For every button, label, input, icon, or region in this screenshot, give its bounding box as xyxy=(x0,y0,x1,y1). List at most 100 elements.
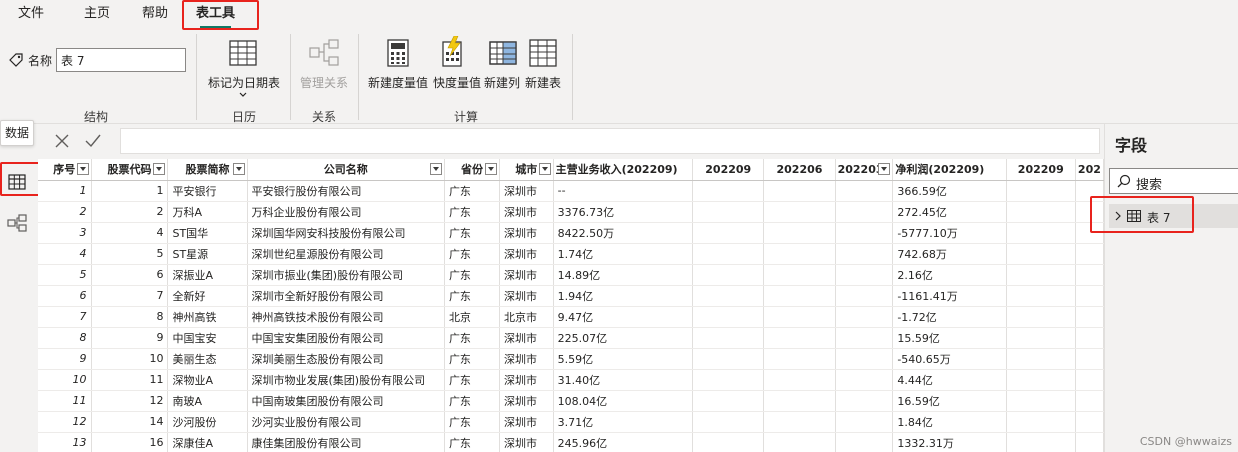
table-cell[interactable] xyxy=(692,390,765,412)
table-cell[interactable]: -1161.41万 xyxy=(892,285,1007,307)
table-cell[interactable]: 广东 xyxy=(444,327,501,349)
table-cell[interactable] xyxy=(835,306,894,328)
table-cell[interactable] xyxy=(692,369,765,391)
table-cell[interactable]: 4.44亿 xyxy=(892,369,1007,391)
table-cell[interactable]: -5777.10万 xyxy=(892,222,1007,244)
table-cell[interactable]: 12 xyxy=(91,390,169,412)
table-cell[interactable] xyxy=(1075,348,1104,370)
table-cell[interactable]: 深圳市全新好股份有限公司 xyxy=(247,285,445,307)
table-cell[interactable] xyxy=(692,180,765,202)
table-cell[interactable] xyxy=(692,243,765,265)
table-cell[interactable]: 平安银行 xyxy=(167,180,248,202)
table-cell[interactable]: -540.65万 xyxy=(892,348,1007,370)
table-cell[interactable]: 广东 xyxy=(444,348,501,370)
table-cell[interactable] xyxy=(692,201,765,223)
column-header-revenue-202209[interactable]: 202209 xyxy=(692,159,765,181)
table-cell[interactable]: 1 xyxy=(91,180,169,202)
table-cell[interactable]: 中国宝安集团股份有限公司 xyxy=(247,327,445,349)
new-measure-button[interactable]: 新建度量值 xyxy=(368,74,428,91)
table-cell[interactable]: 深圳市 xyxy=(499,222,554,244)
table-cell[interactable] xyxy=(692,306,765,328)
table-cell[interactable]: 深圳市物业发展(集团)股份有限公司 xyxy=(247,369,445,391)
table-cell[interactable] xyxy=(1075,264,1104,286)
table-cell[interactable]: 6 xyxy=(91,264,169,286)
column-header-revenue-202206[interactable]: 202206 xyxy=(763,159,836,181)
new-column-icon[interactable] xyxy=(488,40,518,66)
table-cell[interactable] xyxy=(763,180,836,202)
table-cell[interactable]: 深圳市 xyxy=(499,201,554,223)
table-cell[interactable]: 深圳市 xyxy=(499,285,554,307)
calculator-icon[interactable] xyxy=(386,38,410,68)
table-cell[interactable]: 15.59亿 xyxy=(892,327,1007,349)
column-header-revenue[interactable]: 主营业务收入(202209) xyxy=(553,159,694,181)
table-cell[interactable]: 9 xyxy=(91,327,169,349)
table-cell[interactable] xyxy=(1006,390,1076,412)
table-cell[interactable]: 全新好 xyxy=(167,285,248,307)
table-cell[interactable] xyxy=(1006,306,1076,328)
table-cell[interactable]: 1.94亿 xyxy=(553,285,694,307)
table-cell[interactable] xyxy=(1006,327,1076,349)
quick-measure-icon[interactable] xyxy=(440,36,466,68)
column-header-profit-202209[interactable]: 202209 xyxy=(1006,159,1076,181)
table-cell[interactable] xyxy=(835,180,894,202)
table-cell[interactable] xyxy=(763,432,836,452)
table-cell[interactable]: 万科A xyxy=(167,201,248,223)
table-cell[interactable] xyxy=(763,222,836,244)
table-cell[interactable]: 中国南玻集团股份有限公司 xyxy=(247,390,445,412)
table-cell[interactable] xyxy=(1075,432,1104,452)
table-cell[interactable] xyxy=(835,432,894,452)
table-cell[interactable]: 1 xyxy=(38,180,92,202)
table-cell[interactable]: 万科企业股份有限公司 xyxy=(247,201,445,223)
table-cell[interactable]: 广东 xyxy=(444,369,501,391)
table-cell[interactable]: 康佳集团股份有限公司 xyxy=(247,432,445,452)
tab-file[interactable]: 文件 xyxy=(18,4,44,26)
table-cell[interactable]: 10 xyxy=(91,348,169,370)
table-cell[interactable]: 4 xyxy=(91,222,169,244)
table-cell[interactable]: 245.96亿 xyxy=(553,432,694,452)
table-cell[interactable]: 4 xyxy=(38,243,92,265)
table-cell[interactable]: 9 xyxy=(38,348,92,370)
table-cell[interactable]: 108.04亿 xyxy=(553,390,694,412)
column-header-net-profit[interactable]: 净利润(202209) xyxy=(892,159,1007,181)
table-cell[interactable] xyxy=(835,390,894,412)
table-cell[interactable]: 3376.73亿 xyxy=(553,201,694,223)
table-cell[interactable]: 1332.31万 xyxy=(892,432,1007,452)
table-cell[interactable] xyxy=(1075,222,1104,244)
table-cell[interactable]: 广东 xyxy=(444,264,501,286)
table-cell[interactable]: 742.68万 xyxy=(892,243,1007,265)
column-header-city[interactable]: 城市 xyxy=(499,159,554,181)
table-cell[interactable]: 2.16亿 xyxy=(892,264,1007,286)
table-cell[interactable] xyxy=(835,327,894,349)
column-header-short-name[interactable]: 股票简称 xyxy=(167,159,248,181)
table-cell[interactable]: 深圳世纪星源股份有限公司 xyxy=(247,243,445,265)
table-cell[interactable]: 美丽生态 xyxy=(167,348,248,370)
table-cell[interactable]: 366.59亿 xyxy=(892,180,1007,202)
table-cell[interactable] xyxy=(763,306,836,328)
table-cell[interactable] xyxy=(692,411,765,433)
table-cell[interactable]: 深圳市 xyxy=(499,327,554,349)
table-cell[interactable] xyxy=(1006,264,1076,286)
checkmark-icon[interactable] xyxy=(84,133,102,149)
quick-measure-button[interactable]: 快度量值 xyxy=(432,74,482,91)
table-cell[interactable]: 深圳市 xyxy=(499,348,554,370)
table-cell[interactable]: 9.47亿 xyxy=(553,306,694,328)
table-cell[interactable] xyxy=(763,348,836,370)
table-cell[interactable]: 272.45亿 xyxy=(892,201,1007,223)
table-cell[interactable]: 沙河实业股份有限公司 xyxy=(247,411,445,433)
table-cell[interactable]: ST国华 xyxy=(167,222,248,244)
filter-dropdown-icon[interactable] xyxy=(878,163,891,175)
table-cell[interactable] xyxy=(835,201,894,223)
filter-dropdown-icon[interactable] xyxy=(76,163,89,175)
table-cell[interactable] xyxy=(1006,369,1076,391)
table-cell[interactable]: 8 xyxy=(91,306,169,328)
table-cell[interactable] xyxy=(1075,369,1104,391)
table-cell[interactable] xyxy=(763,201,836,223)
table-cell[interactable]: 225.07亿 xyxy=(553,327,694,349)
table-cell[interactable] xyxy=(692,348,765,370)
table-cell[interactable]: 5 xyxy=(91,243,169,265)
table-cell[interactable]: 8422.50万 xyxy=(553,222,694,244)
table-cell[interactable] xyxy=(692,327,765,349)
table-cell[interactable]: 7 xyxy=(91,285,169,307)
table-cell[interactable] xyxy=(1075,390,1104,412)
column-header-index[interactable]: 序号 xyxy=(38,159,92,181)
